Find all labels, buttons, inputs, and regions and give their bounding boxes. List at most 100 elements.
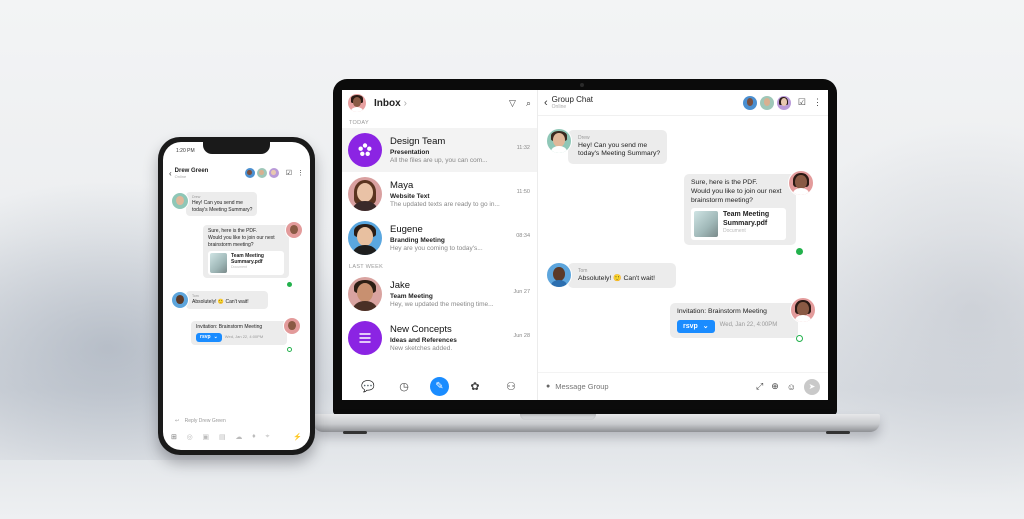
- add-icon[interactable]: ⊕: [771, 381, 779, 392]
- mic-icon[interactable]: ♦: [252, 433, 256, 441]
- expand-icon[interactable]: ⤢: [756, 381, 763, 392]
- conversation-subject: Presentation: [390, 149, 430, 156]
- laptop-hinge-notch: [520, 414, 596, 420]
- conversation-item-jake[interactable]: Jake Team Meeting Hey, we updated the me…: [342, 272, 537, 316]
- task-icon[interactable]: ☑: [286, 169, 292, 177]
- rsvp-button[interactable]: rsvp ⌄: [196, 332, 222, 342]
- task-icon[interactable]: ☑: [798, 97, 806, 108]
- message-text: Absolutely!: [192, 298, 217, 305]
- conversation-time: 11:50: [516, 189, 530, 195]
- chevron-down-icon: ⌄: [213, 333, 218, 340]
- conversation-item-maya[interactable]: Maya Website Text The updated texts are …: [342, 172, 537, 216]
- laptop-foot: [826, 431, 850, 434]
- message-tom: Tom Absolutely! 🙂 Can't wait!: [171, 291, 268, 309]
- conversation-subject: Ideas and References: [390, 337, 457, 344]
- search-icon[interactable]: ⌕: [526, 98, 531, 109]
- message-composer: ● ⤢ ⊕ ☺ ➤: [538, 372, 828, 400]
- attachment-type: Document: [231, 265, 247, 270]
- chevron-down-icon: ⌄: [702, 322, 709, 330]
- more-icon[interactable]: ⋮: [297, 169, 304, 177]
- contact-status: Online: [174, 173, 187, 179]
- reply-input[interactable]: Reply Drew Green: [185, 418, 226, 424]
- bolt-icon[interactable]: ⚡: [293, 433, 302, 441]
- avatar-tom: [171, 291, 189, 309]
- laptop-lid: Inbox › ▽ ⌕ TODAY Design Team Presentati…: [333, 79, 837, 415]
- emoji-icon[interactable]: ☺: [787, 382, 796, 392]
- message-text: Would you like to join our next: [691, 187, 782, 195]
- avatar-tom: [546, 262, 572, 288]
- conversation-preview: All the files are up, you can com...: [390, 157, 488, 164]
- group-members[interactable]: [742, 95, 791, 110]
- add-icon[interactable]: ⊞: [171, 433, 177, 441]
- conversation-item-design-team[interactable]: Design Team Presentation All the files a…: [342, 128, 537, 172]
- back-icon[interactable]: ‹: [169, 169, 172, 178]
- conversation-item-new-concepts[interactable]: New Concepts Ideas and References New sk…: [342, 316, 537, 360]
- location-icon[interactable]: ⌖: [266, 433, 270, 441]
- message-text: Can't wait!: [623, 274, 656, 282]
- message-text: brainstorm meeting?: [208, 241, 254, 248]
- more-icon[interactable]: ⋮: [813, 97, 822, 108]
- delivered-icon: [287, 282, 292, 287]
- compose-button[interactable]: ✎: [430, 376, 449, 396]
- camera-icon[interactable]: ◎: [187, 433, 193, 441]
- cloud-icon[interactable]: ☁: [235, 433, 242, 441]
- phone-screen: 1:20 PM ‹ Drew Green Online ☑ ⋮ Drew Hey…: [163, 142, 310, 450]
- message-text: today's Meeting Summary?: [192, 206, 253, 213]
- pdf-attachment[interactable]: Team Meeting Summary.pdf Document: [208, 251, 284, 276]
- pdf-attachment[interactable]: Team Meeting Summary.pdf Document: [691, 208, 786, 241]
- apps-icon[interactable]: ✿: [465, 380, 485, 393]
- message-text: Hey! Can you send me: [578, 141, 648, 149]
- invitation-title: Invitation: Brainstorm Meeting: [196, 324, 263, 330]
- group-members[interactable]: [244, 168, 279, 178]
- image-icon[interactable]: ▣: [203, 433, 210, 441]
- message-drew: Drew Hey! Can you send me today's Meetin…: [546, 128, 668, 165]
- message-text: Absolutely!: [578, 274, 612, 282]
- member-avatar: [742, 95, 757, 110]
- chat-header: ‹ Group Chat Online ☑ ⋮: [538, 90, 828, 116]
- reply-bar[interactable]: ↩ Reply Drew Green: [175, 418, 226, 424]
- chat-pane: ‹ Group Chat Online ☑ ⋮ Drew Hey! Can yo…: [538, 90, 828, 400]
- section-label-today: TODAY: [349, 120, 369, 126]
- conversation-preview: Hey are you coming to today's...: [390, 245, 483, 252]
- phone-chat-header: ‹ Drew Green Online ☑ ⋮: [163, 164, 310, 182]
- send-icon: ➤: [808, 382, 816, 391]
- history-icon[interactable]: ◷: [394, 380, 414, 393]
- phone-time: 1:20 PM: [176, 148, 195, 154]
- message-pdf: Sure, here is the PDF. Would you like to…: [684, 170, 814, 246]
- event-date: Wed, Jan 22, 4:00PM: [224, 334, 264, 340]
- member-avatar: [759, 95, 774, 110]
- message-text: Hey! Can you send me: [192, 199, 243, 206]
- avatar-self: [788, 170, 814, 196]
- rsvp-button[interactable]: rsvp ⌄: [677, 319, 715, 333]
- avatar-drew: [546, 128, 572, 154]
- document-thumbnail: [210, 253, 227, 274]
- conversation-subject: Website Text: [390, 193, 430, 200]
- reply-icon: ↩: [175, 418, 180, 424]
- conversation-subject: Team Meeting: [390, 293, 433, 300]
- chat-icon[interactable]: 💬: [358, 380, 378, 393]
- smile-emoji-icon: 🙂: [217, 298, 225, 305]
- inbox-header: Inbox › ▽ ⌕: [342, 90, 537, 116]
- conversation-time: Jun 28: [513, 333, 530, 339]
- file-icon[interactable]: ▤: [219, 433, 226, 441]
- avatar-self: [283, 317, 301, 335]
- conversation-preview: New sketches added.: [390, 345, 453, 352]
- conversation-item-eugene[interactable]: Eugene Branding Meeting Hey are you comi…: [342, 216, 537, 260]
- message-input[interactable]: [555, 382, 676, 391]
- delivered-icon: [796, 248, 803, 255]
- user-avatar[interactable]: [348, 94, 366, 112]
- rsvp-label: rsvp: [683, 322, 698, 330]
- inbox-title[interactable]: Inbox: [374, 98, 401, 109]
- read-check-icon: [796, 335, 803, 342]
- attachment-type: Document: [723, 228, 746, 235]
- conversation-time: Jun 27: [513, 289, 530, 295]
- contacts-icon[interactable]: ⚇: [501, 380, 521, 393]
- read-check-icon: [287, 347, 292, 352]
- send-button[interactable]: ➤: [804, 378, 820, 395]
- chat-status: Online: [551, 104, 567, 110]
- back-icon[interactable]: ‹: [544, 97, 548, 109]
- conversation-name: Eugene: [390, 224, 423, 235]
- chevron-right-icon[interactable]: ›: [404, 98, 407, 109]
- message-text: Sure, here is the PDF.: [691, 179, 758, 186]
- filter-icon[interactable]: ▽: [509, 98, 516, 109]
